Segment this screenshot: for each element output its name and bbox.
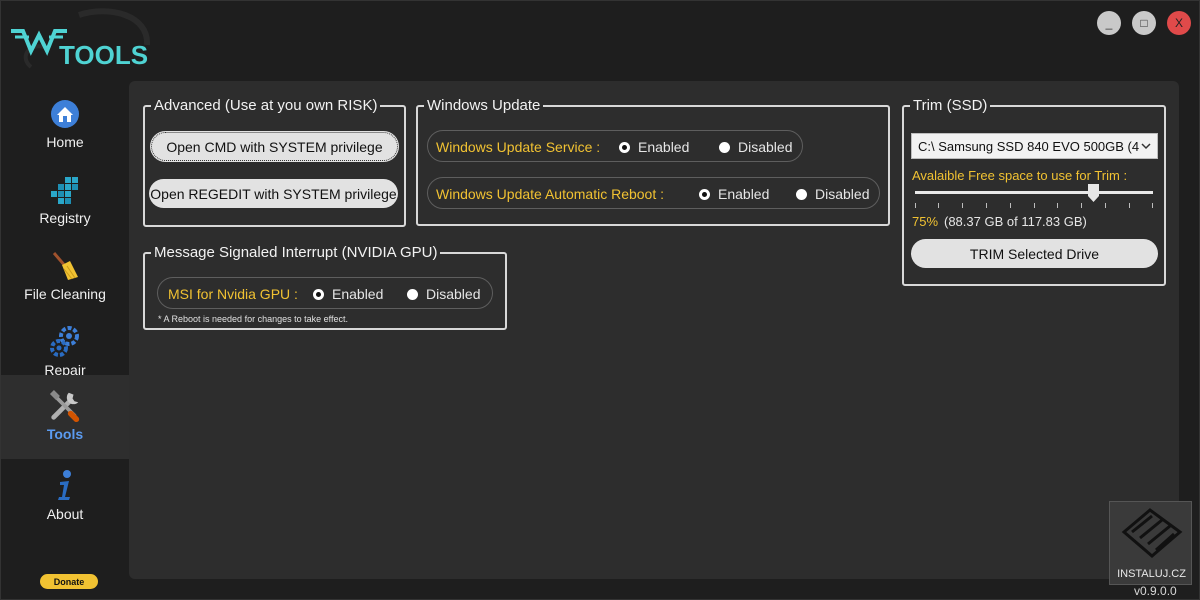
trim-slider-thumb[interactable]	[1088, 184, 1099, 202]
radio-label: Disabled	[815, 186, 870, 202]
sidebar-item-label: Tools	[46, 426, 84, 442]
open-regedit-button[interactable]: Open REGEDIT with SYSTEM privilege	[149, 179, 398, 208]
free-space-label: Avalaible Free space to use for Trim :	[912, 168, 1128, 183]
msi-disabled-radio[interactable]: Disabled	[407, 286, 480, 302]
trim-slider-ticks	[915, 203, 1153, 208]
trim-size-text: (88.37 GB of 117.83 GB)	[944, 214, 1087, 229]
windows-update-group: Windows Update Windows Update Service : …	[416, 97, 890, 226]
radio-unselected-icon	[407, 288, 418, 300]
broom-icon	[48, 249, 82, 283]
main-panel: Advanced (Use at you own RISK) Open CMD …	[129, 81, 1179, 579]
sidebar-item-label: File Cleaning	[24, 286, 106, 302]
windows-update-reboot-row: Windows Update Automatic Reboot : Enable…	[427, 177, 880, 209]
trim-group: Trim (SSD) C:\ Samsung SSD 840 EVO 500GB…	[902, 97, 1166, 286]
msi-row: MSI for Nvidia GPU : Enabled Disabled	[157, 277, 493, 309]
sidebar: Home Registry File Cleaning Repair Tools	[1, 91, 129, 600]
maximize-icon: □	[1140, 16, 1148, 30]
sidebar-item-registry[interactable]: Registry	[1, 167, 129, 243]
watermark-text: INSTALUJ.CZ	[1117, 568, 1186, 580]
reboot-note: * A Reboot is needed for changes to take…	[158, 314, 348, 324]
sidebar-item-tools[interactable]: Tools	[1, 375, 129, 459]
close-button[interactable]: X	[1167, 11, 1191, 35]
radio-selected-icon	[619, 141, 630, 153]
trim-title: Trim (SSD)	[910, 97, 991, 115]
radio-unselected-icon	[796, 188, 807, 200]
windows-update-service-enabled-radio[interactable]: Enabled	[619, 139, 689, 155]
windows-update-reboot-enabled-radio[interactable]: Enabled	[699, 186, 769, 202]
logo-text: TOOLS	[59, 40, 148, 70]
msi-label: MSI for Nvidia GPU :	[168, 286, 298, 302]
sidebar-item-label: Registry	[39, 210, 91, 226]
radio-label: Enabled	[332, 286, 384, 302]
trim-percent: 75%	[912, 214, 939, 229]
advanced-title: Advanced (Use at you own RISK)	[151, 97, 381, 115]
radio-selected-icon	[699, 188, 710, 200]
app-logo: TOOLS	[9, 7, 159, 77]
gears-icon	[48, 325, 82, 359]
msi-enabled-radio[interactable]: Enabled	[313, 286, 383, 302]
advanced-group: Advanced (Use at you own RISK) Open CMD …	[143, 97, 406, 227]
maximize-button[interactable]: □	[1132, 11, 1156, 35]
radio-label: Enabled	[638, 139, 690, 155]
registry-icon	[48, 173, 82, 207]
radio-label: Enabled	[718, 186, 770, 202]
app-window: TOOLS _ □ X Home Registry File Cleaning	[0, 0, 1200, 600]
info-icon	[48, 469, 82, 503]
close-icon: X	[1174, 16, 1183, 30]
minimize-button[interactable]: _	[1097, 11, 1121, 35]
sidebar-item-home[interactable]: Home	[1, 91, 129, 167]
sidebar-item-label: Home	[46, 134, 84, 150]
sidebar-item-label: About	[46, 506, 84, 522]
sidebar-item-file-cleaning[interactable]: File Cleaning	[1, 243, 129, 319]
home-icon	[48, 97, 82, 131]
drive-select-value: C:\ Samsung SSD 840 EVO 500GB (4	[918, 138, 1140, 154]
chevron-down-icon	[1139, 138, 1153, 154]
open-cmd-button[interactable]: Open CMD with SYSTEM privilege	[151, 132, 398, 161]
drive-select[interactable]: C:\ Samsung SSD 840 EVO 500GB (4	[911, 133, 1158, 159]
windows-update-service-row: Windows Update Service : Enabled Disable…	[427, 130, 803, 162]
windows-update-service-disabled-radio[interactable]: Disabled	[719, 139, 792, 155]
sidebar-item-about[interactable]: About	[1, 463, 129, 539]
trim-slider-track[interactable]	[915, 191, 1153, 194]
trim-selected-drive-button[interactable]: TRIM Selected Drive	[911, 239, 1158, 268]
radio-unselected-icon	[719, 141, 730, 153]
windows-update-service-label: Windows Update Service :	[436, 139, 601, 155]
tools-icon	[48, 389, 82, 423]
windows-update-reboot-label: Windows Update Automatic Reboot :	[436, 186, 665, 202]
radio-label: Disabled	[426, 286, 481, 302]
version-label: v0.9.0.0	[1134, 584, 1177, 598]
watermark-logo-icon	[1121, 508, 1183, 558]
donate-button[interactable]: Donate	[40, 574, 98, 589]
msi-title: Message Signaled Interrupt (NVIDIA GPU)	[151, 244, 441, 262]
radio-label: Disabled	[738, 139, 793, 155]
watermark-badge: INSTALUJ.CZ	[1109, 501, 1192, 585]
windows-update-title: Windows Update	[424, 97, 544, 115]
minimize-icon: _	[1105, 16, 1113, 30]
radio-selected-icon	[313, 288, 324, 300]
msi-group: Message Signaled Interrupt (NVIDIA GPU) …	[143, 244, 507, 330]
windows-update-reboot-disabled-radio[interactable]: Disabled	[796, 186, 869, 202]
